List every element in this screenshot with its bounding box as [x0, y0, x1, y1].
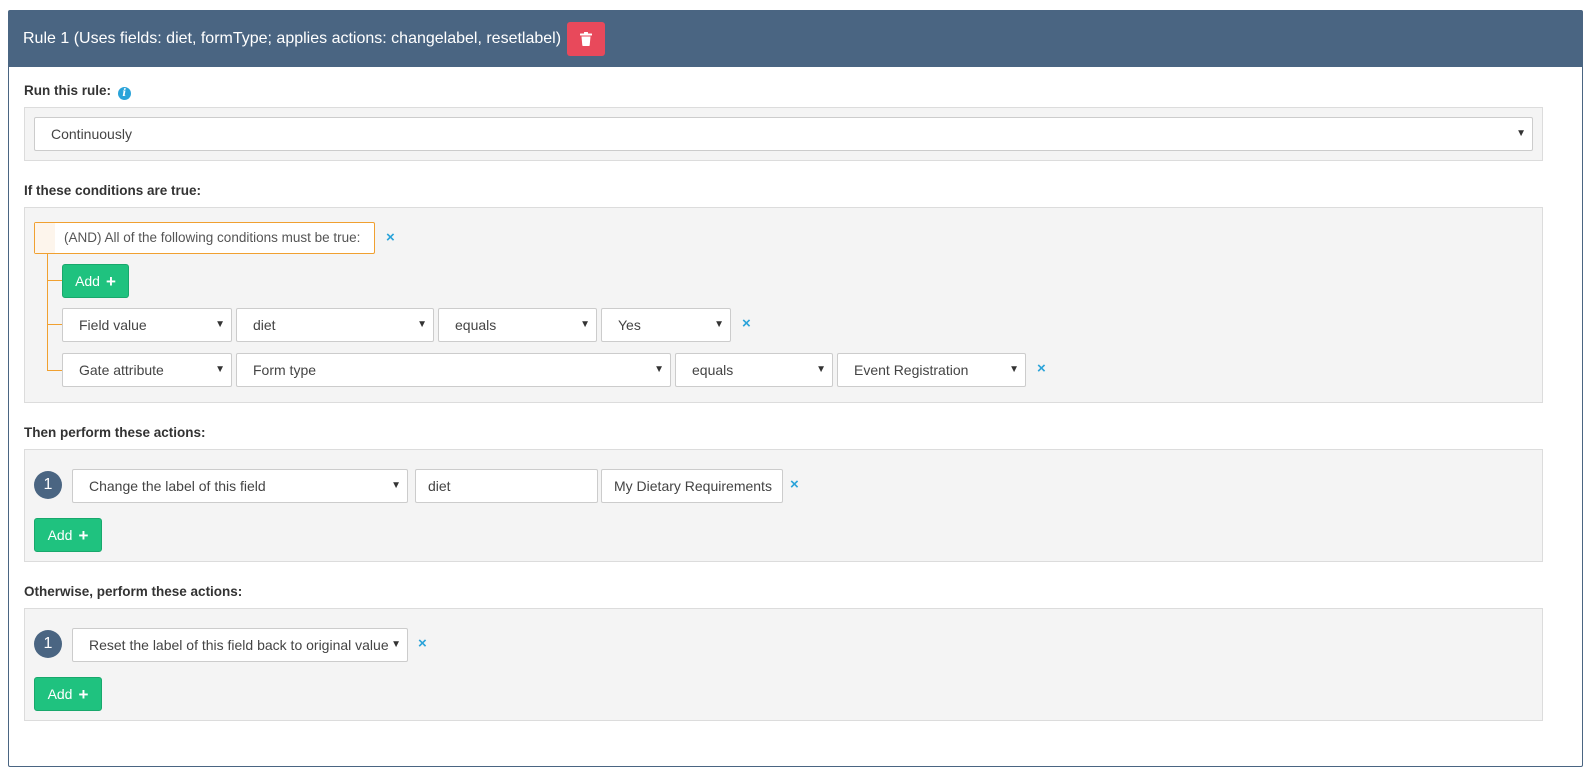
info-icon[interactable]: i: [117, 87, 131, 100]
add-action-button[interactable]: Add +: [34, 518, 102, 552]
add-otherwise-action-button[interactable]: Add +: [34, 677, 102, 711]
rule-panel: Rule 1 (Uses fields: diet, formType; app…: [8, 10, 1583, 767]
action-field-input[interactable]: diet: [415, 469, 598, 503]
conditions-well: (AND) All of the following conditions mu…: [24, 207, 1543, 403]
add-condition-button[interactable]: Add +: [62, 264, 129, 298]
condition-operator-value: equals: [455, 317, 497, 333]
condition-type-value: Field value: [79, 317, 147, 333]
condition-operator-select[interactable]: equals ▼: [438, 308, 597, 342]
tree-line-branch: [47, 324, 62, 325]
remove-group-icon[interactable]: ×: [386, 230, 395, 246]
trash-icon: [580, 32, 593, 46]
and-group-handle: [35, 223, 55, 253]
condition-field-select[interactable]: diet ▼: [236, 308, 434, 342]
condition-type-value: Gate attribute: [79, 362, 164, 378]
actions-label: Then perform these actions:: [24, 425, 206, 440]
chevron-down-icon: ▼: [391, 639, 401, 650]
condition-value-select[interactable]: Yes ▼: [601, 308, 731, 342]
remove-otherwise-action-icon[interactable]: ×: [418, 636, 427, 652]
tree-line-branch: [47, 280, 62, 281]
action-type-value: Change the label of this field: [89, 478, 266, 494]
condition-operator-value: equals: [692, 362, 734, 378]
tree-line-branch: [47, 370, 62, 371]
tree-line-vertical: [47, 254, 48, 370]
actions-well: 1 Change the label of this field ▼ diet …: [24, 449, 1543, 562]
condition-type-select[interactable]: Field value ▼: [62, 308, 232, 342]
condition-field-value: diet: [253, 317, 276, 333]
add-condition-label: Add: [75, 273, 100, 289]
condition-value-value: Yes: [618, 317, 641, 333]
rule-title: Rule 1 (Uses fields: diet, formType; app…: [23, 30, 562, 47]
chevron-down-icon: ▼: [215, 319, 225, 330]
and-group-text: (AND) All of the following conditions mu…: [64, 230, 361, 245]
condition-value-select[interactable]: Event Registration ▼: [837, 353, 1026, 387]
rule-header: Rule 1 (Uses fields: diet, formType; app…: [9, 11, 1582, 67]
chevron-down-icon: ▼: [1516, 128, 1526, 139]
plus-icon: +: [78, 684, 89, 704]
plus-icon: +: [105, 271, 116, 291]
otherwise-action-value: Reset the label of this field back to or…: [89, 637, 389, 653]
chevron-down-icon: ▼: [816, 364, 826, 375]
chevron-down-icon: ▼: [654, 364, 664, 375]
run-rule-label: Run this rule: i: [24, 83, 131, 100]
action-value-input[interactable]: My Dietary Requirements: [601, 469, 783, 503]
run-rule-label-text: Run this rule:: [24, 83, 111, 98]
action-type-select[interactable]: Change the label of this field ▼: [72, 469, 408, 503]
remove-condition-icon[interactable]: ×: [1037, 361, 1046, 377]
delete-rule-button[interactable]: [567, 22, 606, 56]
add-otherwise-label: Add: [47, 686, 73, 702]
plus-icon: +: [78, 525, 89, 545]
chevron-down-icon: ▼: [1009, 364, 1019, 375]
condition-type-select[interactable]: Gate attribute ▼: [62, 353, 232, 387]
remove-action-icon[interactable]: ×: [790, 477, 799, 493]
condition-operator-select[interactable]: equals ▼: [675, 353, 833, 387]
action-number-badge: 1: [34, 471, 62, 499]
chevron-down-icon: ▼: [215, 364, 225, 375]
chevron-down-icon: ▼: [417, 319, 427, 330]
otherwise-label: Otherwise, perform these actions:: [24, 584, 243, 599]
otherwise-number-badge: 1: [34, 630, 62, 658]
condition-value-value: Event Registration: [854, 362, 969, 378]
run-rule-well: Continuously ▼: [24, 107, 1543, 161]
and-group[interactable]: (AND) All of the following conditions mu…: [34, 222, 375, 254]
chevron-down-icon: ▼: [580, 319, 590, 330]
remove-condition-icon[interactable]: ×: [742, 316, 751, 332]
chevron-down-icon: ▼: [714, 319, 724, 330]
condition-field-value: Form type: [253, 362, 317, 378]
conditions-label: If these conditions are true:: [24, 183, 202, 198]
otherwise-well: 1 Reset the label of this field back to …: [24, 608, 1543, 721]
otherwise-action-select[interactable]: Reset the label of this field back to or…: [72, 628, 408, 662]
condition-field-select[interactable]: Form type ▼: [236, 353, 671, 387]
run-rule-value: Continuously: [51, 126, 132, 142]
run-rule-select[interactable]: Continuously ▼: [34, 117, 1533, 151]
chevron-down-icon: ▼: [391, 480, 401, 491]
add-action-label: Add: [47, 527, 73, 543]
